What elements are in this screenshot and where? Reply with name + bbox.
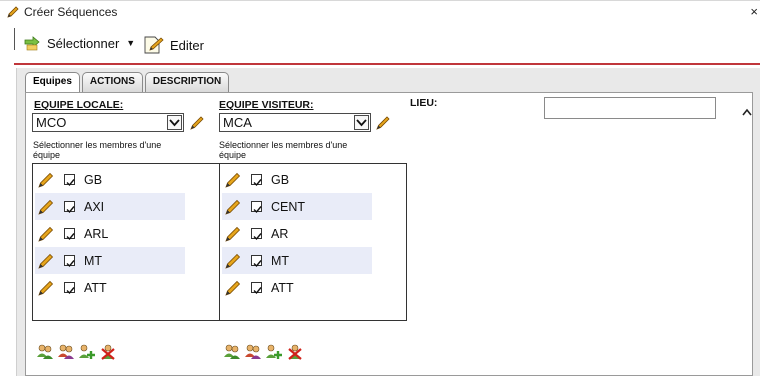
select-all-users-icon[interactable] [36, 343, 54, 361]
edit-member-icon[interactable] [224, 171, 242, 189]
member-name: GB [271, 173, 290, 187]
edit-member-icon[interactable] [224, 225, 242, 243]
pencil-icon [7, 6, 19, 18]
home-members-hint: Sélectionner les membres d'une équipe [33, 140, 161, 160]
list-item[interactable]: ARL [35, 220, 185, 247]
member-name: MT [271, 254, 290, 268]
member-name: GB [84, 173, 103, 187]
edit-member-icon[interactable] [224, 252, 242, 270]
home-team-label: EQUIPE LOCALE: [34, 99, 124, 111]
edit-document-icon [144, 36, 164, 54]
header-accent-rule [14, 63, 760, 65]
window-title-bar: Créer Séquences × [0, 0, 760, 22]
edit-member-icon[interactable] [224, 279, 242, 297]
tab-strip: Equipes ACTIONS DESCRIPTION [25, 72, 230, 93]
member-checkbox[interactable] [251, 201, 262, 214]
member-name: ATT [84, 281, 107, 295]
tab-panel: Equipes ACTIONS DESCRIPTION EQUIPE LOCAL… [16, 68, 760, 376]
list-item[interactable]: MT [35, 247, 185, 274]
member-name: MT [84, 254, 103, 268]
member-checkbox[interactable] [251, 174, 262, 187]
select-all-users-icon[interactable] [223, 343, 241, 361]
list-item[interactable]: AXI [35, 193, 185, 220]
home-members-list: GB AXI ARL MT ATT [32, 163, 220, 321]
away-members-hint: Sélectionner les membres d'une équipe [219, 140, 347, 160]
home-members-hint-line2: équipe [33, 150, 61, 160]
remove-user-icon[interactable] [99, 343, 117, 361]
edit-member-icon[interactable] [37, 252, 55, 270]
away-team-select[interactable]: MCA [219, 113, 371, 132]
member-checkbox[interactable] [64, 228, 75, 241]
select-group-icon[interactable] [57, 343, 75, 361]
close-icon[interactable]: × [750, 4, 758, 19]
away-team-value: MCA [223, 115, 252, 130]
tab-description[interactable]: DESCRIPTION [144, 72, 230, 92]
member-checkbox[interactable] [64, 201, 75, 214]
chevron-down-icon [354, 115, 369, 130]
member-name: ATT [271, 281, 294, 295]
away-members-hint-line1: Sélectionner les membres d'une [219, 140, 348, 150]
edit-home-team-icon[interactable] [189, 115, 205, 131]
add-user-icon[interactable] [265, 343, 283, 361]
list-item[interactable]: GB [35, 166, 185, 193]
window-title: Créer Séquences [24, 5, 118, 19]
member-name: AXI [84, 200, 105, 214]
list-item[interactable]: ATT [222, 274, 372, 301]
edit-member-icon[interactable] [37, 198, 55, 216]
member-name: ARL [84, 227, 109, 241]
select-label: Sélectionner [47, 35, 120, 51]
list-item[interactable]: MT [222, 247, 372, 274]
member-checkbox[interactable] [251, 282, 262, 295]
scroll-up-icon[interactable] [742, 107, 752, 119]
member-checkbox[interactable] [251, 228, 262, 241]
edit-member-icon[interactable] [37, 171, 55, 189]
edit-member-icon[interactable] [37, 279, 55, 297]
list-item[interactable]: AR [222, 220, 372, 247]
list-item[interactable]: ATT [35, 274, 185, 301]
tab-equipes[interactable]: Equipes [25, 72, 80, 93]
away-members-hint-line2: équipe [219, 150, 247, 160]
home-team-select[interactable]: MCO [32, 113, 184, 132]
edit-member-icon[interactable] [37, 225, 55, 243]
member-name: AR [271, 227, 289, 241]
member-checkbox[interactable] [64, 174, 75, 187]
home-team-value: MCO [36, 115, 67, 130]
location-input[interactable] [544, 97, 716, 119]
tab-actions[interactable]: ACTIONS [81, 72, 143, 92]
chevron-down-icon [167, 115, 182, 130]
tab-content-equipes: EQUIPE LOCALE: MCO Sélectionner les memb… [25, 92, 753, 376]
member-checkbox[interactable] [251, 255, 262, 268]
edit-member-icon[interactable] [224, 198, 242, 216]
select-menu-button[interactable]: Sélectionner ▼ [24, 35, 135, 51]
chevron-down-icon: ▼ [126, 38, 136, 48]
member-name: CENT [271, 200, 306, 214]
member-checkbox[interactable] [64, 282, 75, 295]
member-checkbox[interactable] [64, 255, 75, 268]
select-group-icon[interactable] [244, 343, 262, 361]
home-members-hint-line1: Sélectionner les membres d'une [33, 140, 162, 150]
add-user-icon[interactable] [78, 343, 96, 361]
select-arrow-icon [24, 36, 40, 51]
toolbar: Sélectionner ▼ Editer [0, 28, 760, 60]
location-label: LIEU: [410, 97, 438, 109]
edit-label: Editer [170, 37, 204, 53]
list-item[interactable]: CENT [222, 193, 372, 220]
list-item[interactable]: GB [222, 166, 372, 193]
away-team-label: EQUIPE VISITEUR: [219, 99, 314, 111]
away-members-list: GB CENT AR MT ATT [219, 163, 407, 321]
remove-user-icon[interactable] [286, 343, 304, 361]
edit-button[interactable]: Editer [143, 35, 204, 55]
edit-away-team-icon[interactable] [375, 115, 391, 131]
